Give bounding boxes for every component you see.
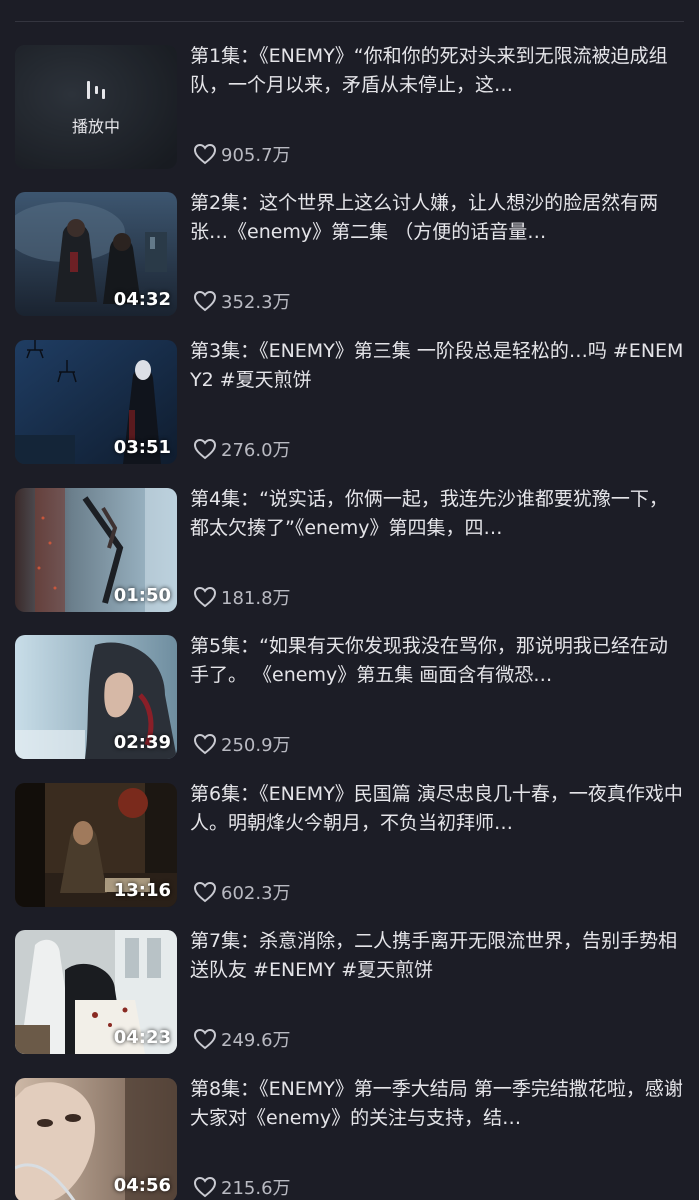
like-button[interactable]: 215.6万 [193,1174,291,1200]
duration-label: 02:39 [113,732,171,753]
duration-label: 04:56 [113,1175,171,1196]
episode-title[interactable]: 第6集：《ENEMY》民国篇 演尽忠良几十春，一夜真作戏中人。明朝烽火今朝月，不… [190,780,685,838]
like-button[interactable]: 905.7万 [193,141,291,167]
episode-item-6[interactable]: 13:16 第6集：《ENEMY》民国篇 演尽忠良几十春，一夜真作戏中人。明朝烽… [0,783,699,909]
heart-outline-icon [193,290,217,312]
like-count: 215.6万 [221,1178,291,1199]
duration-label: 04:23 [113,1027,171,1048]
like-button[interactable]: 249.6万 [193,1026,291,1052]
like-count: 250.9万 [221,735,291,756]
episode-item-5[interactable]: 02:39 第5集：“如果有天你发现我没在骂你，那说明我已经在动手了。 《ene… [0,635,699,761]
like-button[interactable]: 276.0万 [193,436,291,462]
like-button[interactable]: 181.8万 [193,584,291,610]
heart-outline-icon [193,1028,217,1050]
duration-label: 13:16 [113,880,171,901]
like-button[interactable]: 352.3万 [193,288,291,314]
episode-item-1[interactable]: 播放中 第1集：《ENEMY》“你和你的死对头来到无限流被迫成组队，一个月以来，… [0,45,699,171]
like-count: 352.3万 [221,292,291,313]
like-button[interactable]: 602.3万 [193,879,291,905]
episode-title[interactable]: 第5集：“如果有天你发现我没在骂你，那说明我已经在动手了。 《enemy》第五集… [190,632,685,690]
episode-title[interactable]: 第8集：《ENEMY》第一季大结局 第一季完结撒花啦，感谢大家对《enemy》的… [190,1075,685,1133]
duration-label: 03:51 [113,437,171,458]
episode-title[interactable]: 第3集：《ENEMY》第三集 一阶段总是轻松的…吗 #ENEMY2 #夏天煎饼 [190,337,685,395]
episode-thumbnail[interactable]: 13:16 [15,783,177,907]
like-count: 602.3万 [221,883,291,904]
episode-thumbnail[interactable]: 02:39 [15,635,177,759]
episode-thumbnail[interactable]: 04:56 [15,1078,177,1200]
heart-outline-icon [193,733,217,755]
heart-outline-icon [193,1176,217,1198]
episode-thumbnail[interactable]: 04:32 [15,192,177,316]
episode-title[interactable]: 第2集：这个世界上这么讨人嫌，让人想沙的脸居然有两张…《enemy》第二集 （方… [190,189,685,247]
episode-thumbnail[interactable]: 03:51 [15,340,177,464]
episode-item-7[interactable]: 04:23 第7集：杀意消除，二人携手离开无限流世界，告别手势相送队友 #ENE… [0,930,699,1056]
top-divider [15,21,684,22]
now-playing-label: 播放中 [71,117,120,136]
duration-label: 04:32 [113,289,171,310]
episode-title[interactable]: 第1集：《ENEMY》“你和你的死对头来到无限流被迫成组队，一个月以来，矛盾从未… [190,42,685,100]
episode-thumbnail[interactable]: 04:23 [15,930,177,1054]
like-count: 249.6万 [221,1030,291,1051]
heart-outline-icon [193,143,217,165]
sound-bars-icon [87,81,105,99]
episode-thumbnail[interactable]: 01:50 [15,488,177,612]
episode-title[interactable]: 第7集：杀意消除，二人携手离开无限流世界，告别手势相送队友 #ENEMY #夏天… [190,927,685,985]
like-count: 181.8万 [221,588,291,609]
like-count: 905.7万 [221,145,291,166]
episode-title[interactable]: 第4集：“说实话，你俩一起，我连先沙谁都要犹豫一下，都太欠揍了”《enemy》第… [190,485,685,543]
now-playing-overlay: 播放中 [15,45,177,169]
episode-item-8[interactable]: 04:56 第8集：《ENEMY》第一季大结局 第一季完结撒花啦，感谢大家对《e… [0,1078,699,1200]
episode-item-2[interactable]: 04:32 第2集：这个世界上这么讨人嫌，让人想沙的脸居然有两张…《enemy》… [0,192,699,318]
like-count: 276.0万 [221,440,291,461]
episode-item-4[interactable]: 01:50 第4集：“说实话，你俩一起，我连先沙谁都要犹豫一下，都太欠揍了”《e… [0,488,699,614]
heart-outline-icon [193,438,217,460]
heart-outline-icon [193,586,217,608]
episode-item-3[interactable]: 03:51 第3集：《ENEMY》第三集 一阶段总是轻松的…吗 #ENEMY2 … [0,340,699,466]
episode-thumbnail[interactable]: 播放中 [15,45,177,169]
duration-label: 01:50 [113,585,171,606]
heart-outline-icon [193,881,217,903]
episode-list-page: 播放中 第1集：《ENEMY》“你和你的死对头来到无限流被迫成组队，一个月以来，… [0,0,699,1200]
like-button[interactable]: 250.9万 [193,731,291,757]
